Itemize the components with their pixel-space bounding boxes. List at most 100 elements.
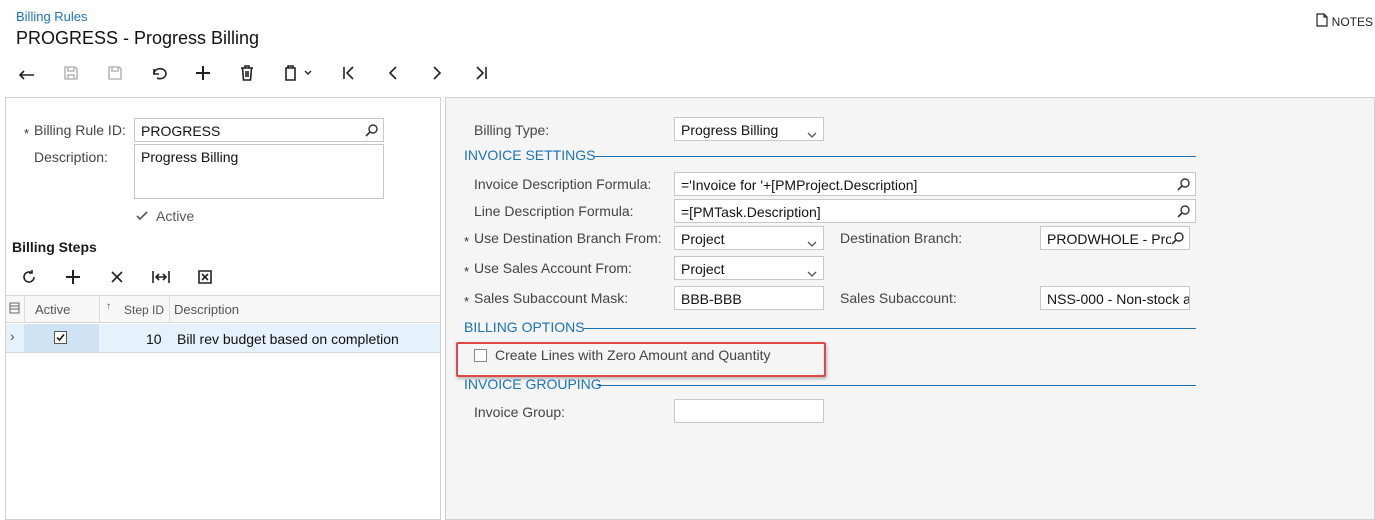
back-button[interactable] (14, 60, 40, 86)
checkmark-icon (136, 211, 148, 221)
description-value: Progress Billing (141, 149, 239, 165)
invoice-description-formula-field[interactable]: ='Invoice for '+[PMProject.Description] (674, 172, 1196, 196)
chevron-down-icon (807, 264, 817, 279)
column-step-id[interactable]: Step ID (124, 303, 164, 317)
line-description-formula-field[interactable]: =[PMTask.Description] (674, 199, 1196, 223)
first-record-button[interactable] (336, 60, 362, 86)
search-icon[interactable] (1177, 204, 1191, 221)
notes-button[interactable]: NOTES (1316, 13, 1373, 30)
step-description-cell[interactable]: Bill rev budget based on completion (177, 331, 399, 347)
settings-panel: Billing Type: Progress Billing INVOICE S… (445, 97, 1375, 520)
last-icon (476, 66, 487, 80)
last-record-button[interactable] (468, 60, 494, 86)
rule-summary-panel: * Billing Rule ID: PROGRESS Description:… (5, 97, 441, 520)
destination-branch-field[interactable]: PRODWHOLE - Prod (1040, 226, 1190, 250)
save-close-button[interactable] (58, 60, 84, 86)
sales-subaccount-field[interactable]: NSS-000 - Non-stock ar (1040, 286, 1190, 310)
required-marker: * (464, 234, 470, 249)
invoice-description-formula-label: Invoice Description Formula: (474, 176, 652, 192)
search-icon[interactable] (1171, 231, 1185, 248)
destination-branch-from-value: Project (681, 231, 725, 247)
table-row[interactable]: › 10 Bill rev budget based on completion (6, 324, 440, 352)
undo-button[interactable] (146, 60, 172, 86)
first-icon (343, 66, 354, 80)
search-icon[interactable] (365, 123, 379, 140)
delete-button[interactable] (234, 60, 260, 86)
copy-paste-icon (285, 65, 312, 81)
required-marker: * (24, 126, 30, 141)
next-icon (433, 66, 442, 80)
fit-width-icon (152, 271, 170, 283)
description-field[interactable]: Progress Billing (134, 144, 384, 199)
column-description[interactable]: Description (174, 302, 239, 317)
sales-account-from-label: Use Sales Account From: (474, 260, 632, 276)
billing-options-header: BILLING OPTIONS (464, 319, 585, 335)
active-checkbox[interactable]: Active (136, 208, 194, 224)
save-button[interactable] (102, 60, 128, 86)
line-description-formula-label: Line Description Formula: (474, 203, 634, 219)
breadcrumb-billing-rules[interactable]: Billing Rules (16, 9, 88, 24)
save-icon (108, 66, 122, 80)
billing-type-value: Progress Billing (681, 122, 779, 138)
destination-branch-from-select[interactable]: Project (674, 226, 824, 250)
destination-branch-from-label: Use Destination Branch From: (474, 230, 662, 246)
billing-rule-id-label: Billing Rule ID: (34, 122, 126, 138)
sales-account-from-select[interactable]: Project (674, 256, 824, 280)
page-title: PROGRESS - Progress Billing (16, 28, 260, 48)
refresh-icon (23, 270, 35, 283)
line-description-formula-value: =[PMTask.Description] (681, 204, 821, 220)
step-active-checkbox[interactable] (54, 331, 67, 344)
column-active[interactable]: Active (35, 302, 70, 317)
delete-row-button[interactable] (104, 264, 130, 290)
billing-type-label: Billing Type: (474, 122, 550, 138)
required-marker: * (464, 294, 470, 309)
sales-subaccount-mask-field[interactable]: BBB-BBB (674, 286, 824, 310)
sort-arrow-icon: ↑ (106, 301, 111, 312)
destination-branch-value: PRODWHOLE - Prod (1047, 231, 1181, 247)
invoice-description-formula-value: ='Invoice for '+[PMProject.Description] (681, 177, 918, 193)
invoice-group-label: Invoice Group: (474, 404, 566, 420)
delete-icon (241, 65, 253, 81)
excel-icon (198, 270, 212, 284)
notes-icon (1316, 13, 1328, 30)
add-icon (196, 66, 210, 80)
billing-rule-id-field[interactable]: PROGRESS (134, 118, 384, 142)
search-icon[interactable] (1177, 177, 1191, 194)
close-icon (111, 271, 123, 283)
refresh-button[interactable] (16, 264, 42, 290)
billing-steps-title: Billing Steps (12, 239, 97, 255)
description-label: Description: (34, 149, 108, 165)
previous-icon (388, 66, 397, 80)
chevron-down-icon (807, 234, 817, 249)
invoice-group-field[interactable] (674, 399, 824, 423)
active-label: Active (156, 208, 195, 224)
next-record-button[interactable] (424, 60, 450, 86)
add-row-button[interactable] (60, 264, 86, 290)
steps-grid-header: Active ↑ Step ID Description (6, 295, 440, 323)
chevron-down-icon (807, 125, 817, 140)
invoice-grouping-header: INVOICE GROUPING (464, 376, 602, 392)
billing-type-select[interactable]: Progress Billing (674, 117, 824, 141)
sales-subaccount-mask-value: BBB-BBB (681, 291, 742, 307)
destination-branch-label: Destination Branch: (840, 230, 963, 246)
back-icon (18, 70, 34, 80)
sales-subaccount-label: Sales Subaccount: (840, 290, 957, 306)
undo-icon (153, 67, 167, 80)
sales-subaccount-value: NSS-000 - Non-stock ar (1047, 291, 1190, 307)
highlight-annotation (456, 342, 826, 377)
row-selector-icon: › (10, 328, 15, 344)
sales-subaccount-mask-label: Sales Subaccount Mask: (474, 290, 629, 306)
fit-columns-button[interactable] (148, 264, 174, 290)
add-button[interactable] (190, 60, 216, 86)
save-close-icon (64, 66, 78, 80)
sales-account-from-value: Project (681, 261, 725, 277)
export-excel-button[interactable] (192, 264, 218, 290)
grid-settings-icon[interactable] (9, 302, 20, 317)
billing-rule-id-value: PROGRESS (141, 123, 221, 139)
add-icon (66, 270, 80, 284)
copy-paste-button[interactable] (278, 60, 318, 86)
previous-record-button[interactable] (380, 60, 406, 86)
notes-label: NOTES (1331, 14, 1373, 29)
step-id-cell[interactable]: 10 (146, 331, 162, 347)
required-marker: * (464, 264, 470, 279)
